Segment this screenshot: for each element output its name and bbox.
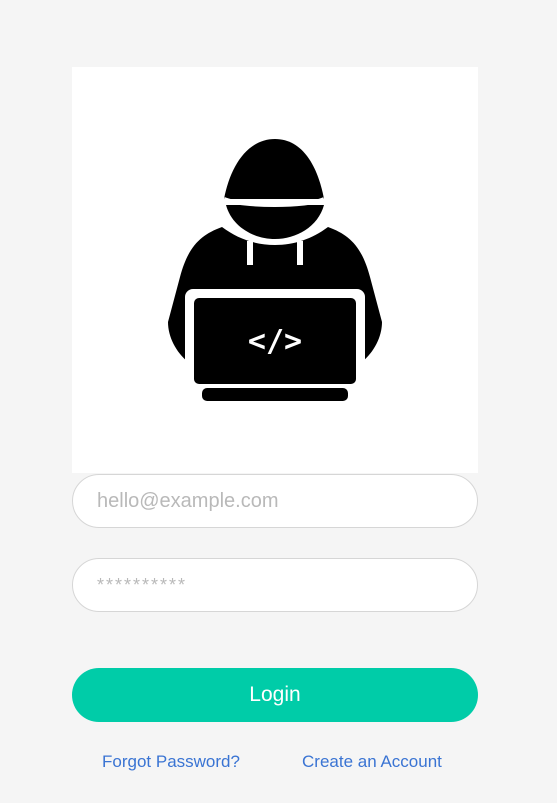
forgot-password-link[interactable]: Forgot Password? bbox=[102, 752, 240, 772]
create-account-link[interactable]: Create an Account bbox=[302, 752, 442, 772]
hoodie-string-left bbox=[247, 241, 253, 265]
hood-shape bbox=[224, 139, 324, 199]
laptop-base bbox=[202, 388, 348, 401]
email-field[interactable] bbox=[72, 474, 478, 528]
hero-image-card: </> bbox=[72, 67, 478, 473]
code-glyph: </> bbox=[248, 324, 302, 359]
hacker-with-laptop-icon: </> bbox=[168, 139, 382, 401]
hood-rim bbox=[223, 197, 325, 207]
login-button[interactable]: Login bbox=[72, 668, 478, 722]
face-shape bbox=[226, 205, 324, 239]
hoodie-string-right bbox=[297, 241, 303, 265]
password-field[interactable] bbox=[72, 558, 478, 612]
